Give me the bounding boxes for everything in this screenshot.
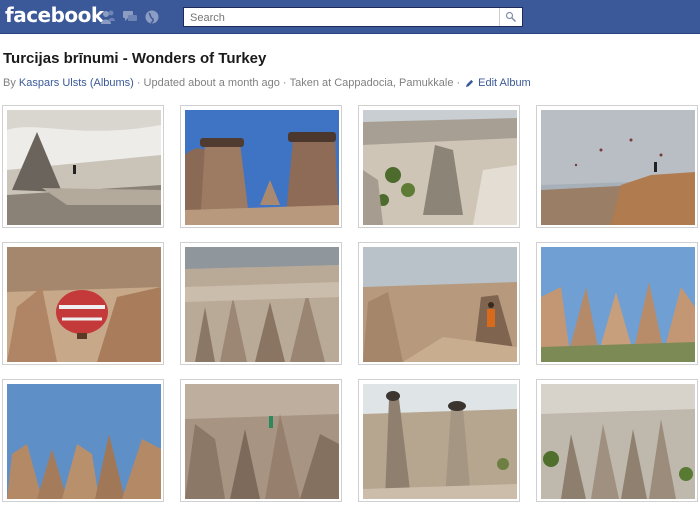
top-navigation-bar: facebook bbox=[0, 0, 700, 34]
search-button[interactable] bbox=[499, 8, 522, 26]
photo-thumbnail[interactable] bbox=[180, 242, 342, 365]
photo-thumbnail[interactable] bbox=[358, 105, 520, 228]
search-input[interactable] bbox=[184, 9, 496, 27]
landscape-photo bbox=[541, 384, 695, 499]
messages-icon[interactable] bbox=[122, 9, 138, 25]
friends-icon[interactable] bbox=[100, 9, 116, 25]
author-link[interactable]: Kaspars Ulsts bbox=[19, 77, 87, 89]
search-magnifier-icon bbox=[505, 11, 517, 23]
notification-jewels bbox=[100, 9, 160, 25]
landscape-photo bbox=[7, 110, 161, 225]
photo-thumbnail[interactable] bbox=[536, 105, 698, 228]
photo-thumbnail[interactable] bbox=[180, 105, 342, 228]
updated-text: Updated about a month ago bbox=[143, 77, 280, 89]
search-box bbox=[183, 7, 523, 27]
notifications-globe-icon[interactable] bbox=[144, 9, 160, 25]
by-label: By bbox=[3, 77, 16, 89]
landscape-photo bbox=[363, 384, 517, 499]
separator: · bbox=[282, 77, 287, 89]
facebook-logo[interactable]: facebook bbox=[5, 3, 104, 27]
landscape-photo bbox=[185, 110, 339, 225]
photo-thumbnail[interactable] bbox=[2, 242, 164, 365]
landscape-photo bbox=[7, 384, 161, 499]
landscape-photo bbox=[363, 247, 517, 362]
separator: · bbox=[456, 77, 461, 89]
photo-thumbnail[interactable] bbox=[536, 242, 698, 365]
separator: · bbox=[136, 77, 141, 89]
photo-thumbnail[interactable] bbox=[2, 105, 164, 228]
photo-thumbnail[interactable] bbox=[536, 379, 698, 502]
landscape-photo bbox=[363, 110, 517, 225]
pencil-icon bbox=[466, 79, 474, 87]
album-meta: By Kaspars Ulsts (Albums) · Updated abou… bbox=[3, 77, 531, 89]
landscape-photo bbox=[185, 384, 339, 499]
photo-thumbnail[interactable] bbox=[358, 242, 520, 365]
albums-link[interactable]: (Albums) bbox=[90, 77, 134, 89]
photo-thumbnail[interactable] bbox=[180, 379, 342, 502]
edit-album-link[interactable]: Edit Album bbox=[478, 77, 531, 89]
landscape-photo bbox=[185, 247, 339, 362]
photo-thumbnail[interactable] bbox=[358, 379, 520, 502]
photo-thumbnail[interactable] bbox=[2, 379, 164, 502]
landscape-photo bbox=[541, 110, 695, 225]
location-text: Taken at Cappadocia, Pamukkale bbox=[289, 77, 454, 89]
landscape-photo bbox=[541, 247, 695, 362]
album-title: Turcijas brīnumi - Wonders of Turkey bbox=[3, 50, 267, 67]
landscape-photo bbox=[7, 247, 161, 362]
